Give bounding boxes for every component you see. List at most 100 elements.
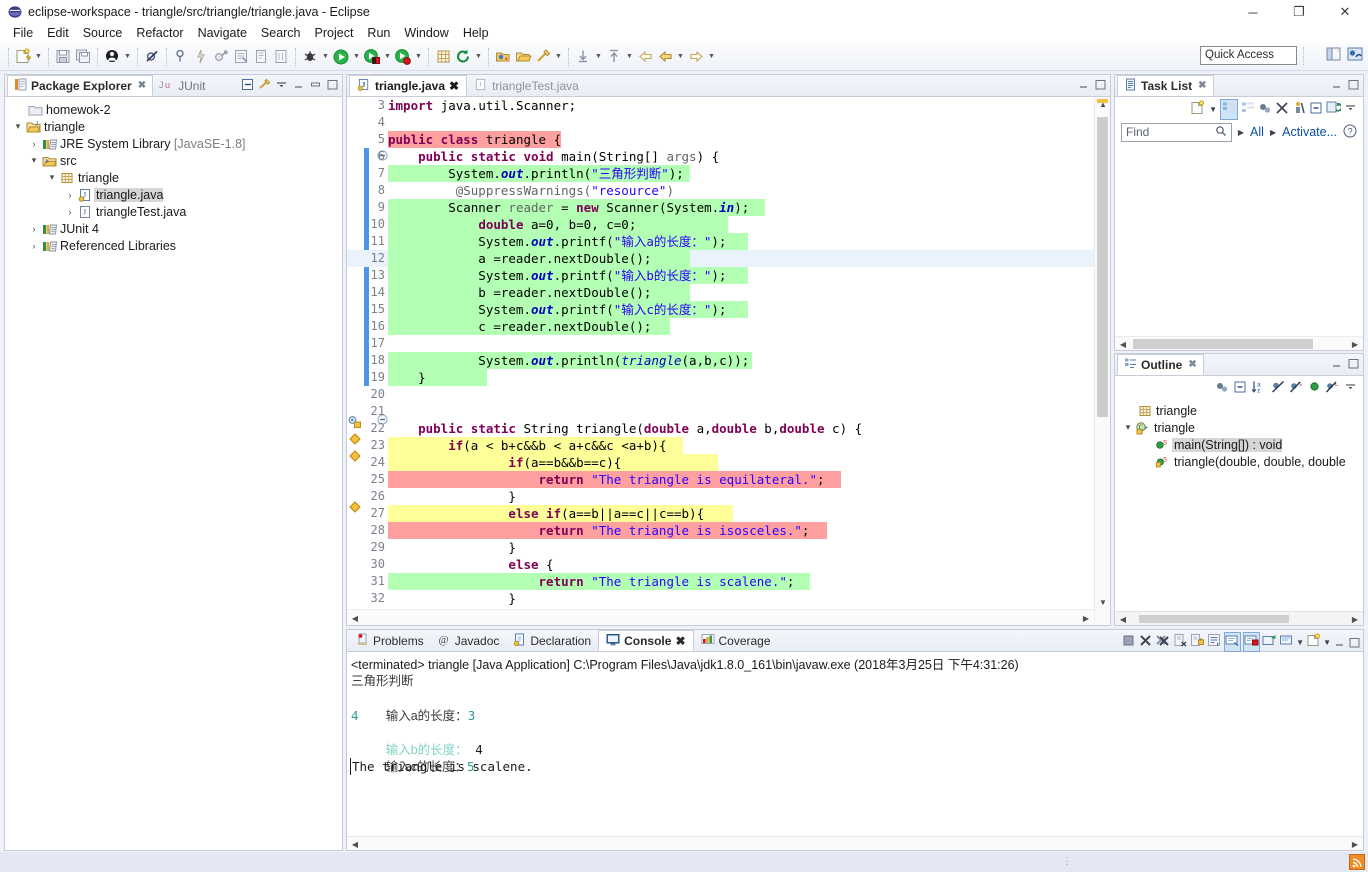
tab-javadoc[interactable]: @ Javadoc [431, 630, 507, 651]
hide-local-icon[interactable]: L [1325, 380, 1340, 397]
editor-vertical-scrollbar[interactable]: ▲ ▼ [1094, 97, 1110, 625]
open-resource-button[interactable] [493, 45, 513, 69]
scroll-down-arrow-icon[interactable]: ▼ [1095, 595, 1110, 609]
chevron-down-icon[interactable]: ▾ [11, 121, 25, 132]
scroll-right-arrow-icon[interactable]: ▶ [1347, 612, 1363, 626]
console-hscrollbar[interactable]: ◀ ▶ [347, 836, 1363, 850]
chevron-down-icon[interactable]: ▼ [1296, 638, 1304, 647]
code-line-22[interactable]: if(a < b+c&&b < a+c&&c <a+b){ [388, 437, 666, 454]
code-line-19[interactable]: } [388, 369, 426, 386]
maximize-icon[interactable] [1094, 78, 1107, 91]
tab-declaration[interactable]: Declaration [506, 630, 598, 651]
synchronize-icon[interactable] [1326, 100, 1343, 118]
menu-file[interactable]: File [6, 24, 40, 43]
menu-search[interactable]: Search [254, 24, 308, 43]
chevron-down-icon[interactable]: ▼ [351, 47, 362, 67]
hide-static-icon[interactable]: s [1289, 380, 1304, 397]
outline-hscrollbar[interactable]: ◀ ▶ [1115, 611, 1363, 625]
hide-fields-icon[interactable] [1271, 380, 1285, 397]
pin-console-icon[interactable] [1243, 632, 1261, 652]
outline-item-class-triangle[interactable]: ▾ C triangle [1115, 419, 1363, 436]
remove-all-launches-icon[interactable] [1155, 633, 1171, 651]
close-icon[interactable]: ✖ [138, 80, 146, 91]
minimize-icon[interactable] [292, 78, 305, 91]
quick-access-input[interactable]: Quick Access [1200, 46, 1297, 65]
coverage-button[interactable]: ▼ [362, 45, 393, 69]
code-line-28[interactable]: } [388, 539, 516, 556]
minimize-icon[interactable] [1330, 357, 1343, 370]
scroll-left-arrow-icon[interactable]: ◀ [347, 611, 363, 625]
hide-nonpublic-icon[interactable] [1308, 380, 1321, 396]
code-line-13[interactable]: System.out.printf("输入b的长度："); [388, 267, 726, 284]
chevron-down-icon[interactable]: ▼ [1323, 638, 1331, 647]
code-line-14[interactable]: b =reader.nextDouble(); [388, 284, 651, 301]
tab-console[interactable]: Console ✖ [598, 630, 694, 651]
chevron-down-icon[interactable]: ▾ [27, 155, 41, 166]
tree-item-triangle-java[interactable]: › J triangle.java [5, 186, 342, 203]
chevron-right-icon[interactable]: › [27, 224, 41, 234]
code-line-6[interactable]: public static void main(String[] args) { [388, 148, 719, 165]
outline-item-package-triangle[interactable]: triangle [1115, 402, 1363, 419]
back-button[interactable] [635, 45, 655, 69]
chevron-down-icon[interactable]: ▼ [413, 47, 424, 67]
open-console-icon[interactable] [1279, 633, 1294, 651]
menu-help[interactable]: Help [456, 24, 496, 43]
link-button[interactable]: ▼ [533, 45, 564, 69]
new-java-class-button[interactable]: ▼ [102, 45, 133, 69]
task-list-body[interactable]: ◀ ▶ [1115, 165, 1363, 350]
next-annotation-button[interactable]: ▼ [573, 45, 604, 69]
magnifier-icon[interactable] [1215, 125, 1227, 140]
scroll-right-arrow-icon[interactable]: ▶ [1347, 837, 1363, 851]
chevron-down-icon[interactable]: ▾ [1121, 422, 1135, 433]
chevron-right-icon[interactable]: › [27, 139, 41, 149]
sort-icon[interactable]: az [1251, 380, 1267, 397]
minimize-icon[interactable] [1077, 78, 1090, 91]
close-icon[interactable]: ✖ [449, 79, 459, 93]
code-line-15[interactable]: System.out.printf("输入c的长度："); [388, 301, 726, 318]
code-area[interactable]: 3 4 5 6 7 8 9 10 11 12 13 14 15 16 17 18… [347, 97, 1094, 609]
quick-fix-button[interactable] [191, 45, 211, 69]
search-button[interactable] [271, 45, 291, 69]
view-menu-icon[interactable] [1344, 380, 1357, 396]
categorized-icon[interactable] [1220, 98, 1238, 120]
chevron-down-icon[interactable]: ▼ [706, 47, 717, 67]
task-filter-all[interactable]: All [1250, 125, 1264, 139]
focus-icon[interactable] [1258, 101, 1272, 118]
code-line-27[interactable]: return "The triangle is isosceles."; [388, 522, 810, 539]
show-console-on-output-icon[interactable] [1224, 632, 1242, 652]
scroll-left-arrow-icon[interactable]: ◀ [1115, 612, 1131, 626]
new-console-view-icon[interactable] [1306, 633, 1321, 651]
back-history-button[interactable]: ▼ [655, 45, 686, 69]
code-line-25[interactable]: } [388, 488, 516, 505]
new-wizard-button[interactable]: ▼ [13, 45, 44, 69]
tab-task-list[interactable]: Task List ✖ [1117, 75, 1214, 96]
code-line-21[interactable]: public static String triangle(double a,d… [388, 420, 862, 437]
code-line-11[interactable]: System.out.printf("输入a的长度："); [388, 233, 726, 250]
chevron-down-icon[interactable]: ▼ [624, 47, 635, 67]
menu-run[interactable]: Run [360, 24, 397, 43]
chevron-right-icon[interactable]: › [63, 190, 77, 200]
refresh-button[interactable]: ▼ [453, 45, 484, 69]
tree-item-jre-system-library[interactable]: › JRE System Library [JavaSE-1.8] [5, 135, 342, 152]
rss-icon[interactable] [1349, 854, 1365, 870]
overview-warning-marker[interactable] [1097, 99, 1108, 103]
code-line-16[interactable]: c =reader.nextDouble(); [388, 318, 651, 335]
run-button[interactable]: ▼ [331, 45, 362, 69]
tree-item-referenced-libraries[interactable]: › Referenced Libraries [5, 237, 342, 254]
chevron-down-icon[interactable]: ▾ [45, 172, 59, 183]
code-line-8[interactable]: @SuppressWarnings("resource") [388, 182, 674, 199]
maximize-button[interactable]: ❐ [1276, 0, 1322, 24]
scheduled-icon[interactable] [1241, 101, 1255, 118]
tree-item-junit-4[interactable]: › JUnit 4 [5, 220, 342, 237]
presentation-icon[interactable] [1292, 101, 1306, 118]
scrollbar-thumb[interactable] [1133, 339, 1313, 349]
code-line-26[interactable]: else if(a==b||a==c||c==b){ [388, 505, 704, 522]
new-task-icon[interactable] [1190, 100, 1206, 119]
tab-triangle-java[interactable]: J triangle.java ✖ [349, 75, 468, 96]
scroll-left-arrow-icon[interactable]: ◀ [1115, 337, 1131, 351]
chevron-down-icon[interactable]: ▼ [1209, 105, 1217, 114]
chevron-down-icon[interactable]: ▼ [675, 47, 686, 67]
open-perspective-icon[interactable] [1325, 45, 1343, 66]
scrollbar-thumb[interactable] [1139, 615, 1289, 623]
chevron-right-icon[interactable]: › [63, 207, 77, 217]
